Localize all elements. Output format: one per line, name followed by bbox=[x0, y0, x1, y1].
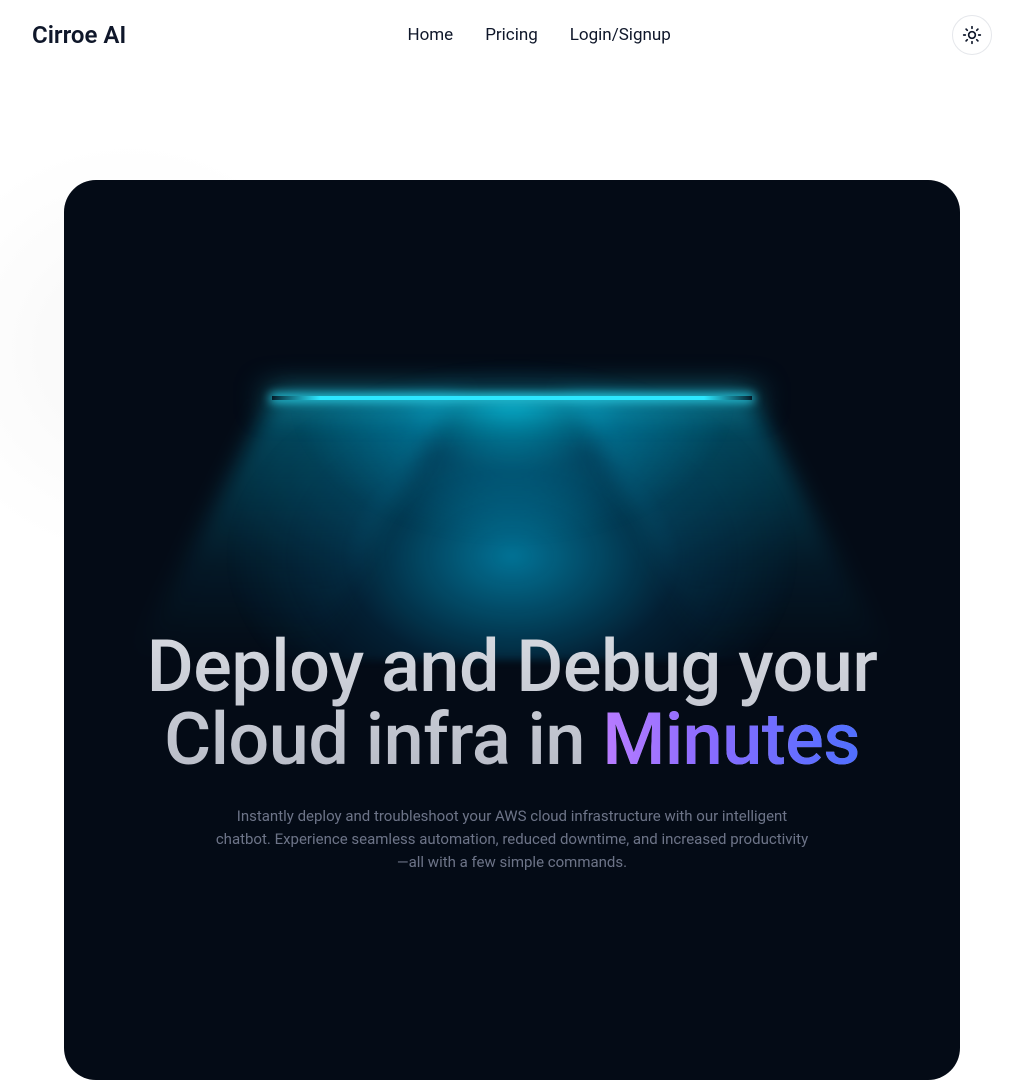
headline-accent: Minutes bbox=[602, 697, 860, 782]
nav-login-signup[interactable]: Login/Signup bbox=[570, 25, 671, 45]
sun-icon bbox=[962, 25, 982, 45]
top-nav: Home Pricing Login/Signup bbox=[407, 25, 670, 45]
theme-toggle-button[interactable] bbox=[952, 15, 992, 55]
hero-subcopy: Instantly deploy and troubleshoot your A… bbox=[212, 805, 812, 875]
nav-home[interactable]: Home bbox=[407, 25, 453, 45]
light-beam bbox=[64, 180, 960, 640]
hero-panel: Deploy and Debug your Cloud infra in Min… bbox=[64, 180, 960, 1080]
header: Cirroe AI Home Pricing Login/Signup bbox=[0, 0, 1024, 70]
logo[interactable]: Cirroe AI bbox=[32, 21, 126, 49]
nav-pricing[interactable]: Pricing bbox=[485, 25, 538, 45]
hero-headline: Deploy and Debug your Cloud infra in Min… bbox=[64, 630, 960, 777]
